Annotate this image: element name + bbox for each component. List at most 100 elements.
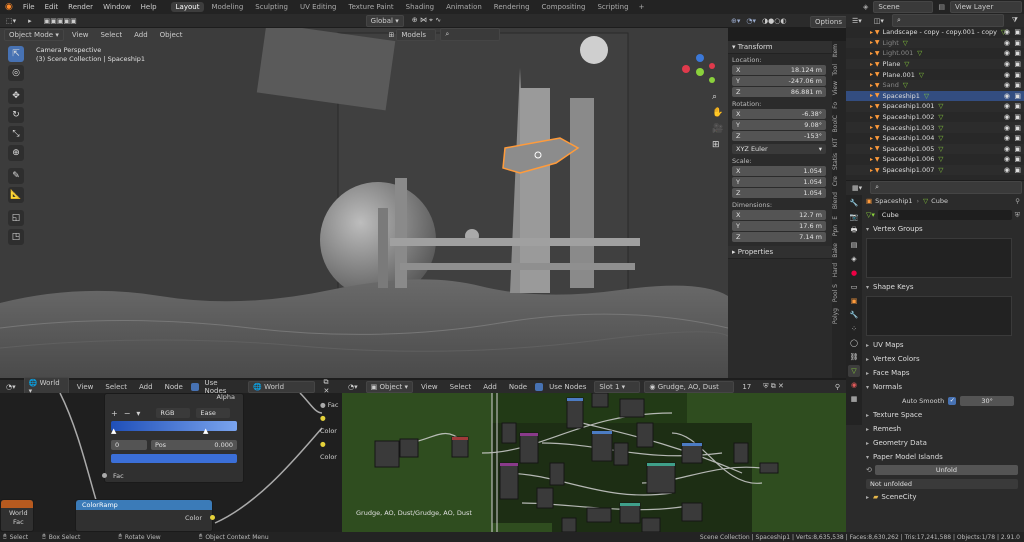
node-menu-select[interactable]: Select <box>101 382 131 392</box>
rotation-x-field[interactable]: X -6.38° <box>732 109 826 119</box>
tab-texture-paint[interactable]: Texture Paint <box>344 2 399 12</box>
use-nodes-checkbox[interactable] <box>190 382 199 391</box>
filter-icon[interactable]: ⧩ <box>1008 15 1022 26</box>
properties-editor-icon[interactable]: ▦▾ <box>848 183 866 193</box>
eye-icon[interactable]: ◉ <box>1004 102 1010 110</box>
scale-z-field[interactable]: Z 1.054 <box>732 188 826 198</box>
world-node-canvas[interactable]: Alpha + − ▾ RGB Ease ▲ ▲ 0 Pos 0.000 Fac … <box>0 393 342 532</box>
camera-icon[interactable]: ▣ <box>1014 71 1021 79</box>
vertex-colors-header[interactable]: ▸ Vertex Colors <box>862 352 1024 366</box>
sidebar-tab-item[interactable]: Item <box>832 41 839 61</box>
camera-icon[interactable]: ▣ <box>1014 166 1021 174</box>
transform-orientation-select[interactable]: Global ▾ <box>365 14 404 27</box>
camera-icon[interactable]: ▣ <box>1014 145 1021 153</box>
eye-icon[interactable]: ◉ <box>1004 113 1010 121</box>
dimensions-z-field[interactable]: Z 7.14 m <box>732 232 826 242</box>
eye-icon[interactable]: ◉ <box>1004 155 1010 163</box>
gizmo-toggle-icon[interactable]: ⊕▾ <box>728 17 743 25</box>
add-cube-tool-icon[interactable]: ◱ <box>8 210 24 226</box>
tab-rendering[interactable]: Rendering <box>489 2 535 12</box>
geometry-data-header[interactable]: ▸ Geometry Data <box>862 436 1024 450</box>
outliner-search[interactable]: ⌕ <box>891 14 1004 27</box>
sidebar-tab-cre[interactable]: Cre <box>832 173 839 189</box>
cursor-tool-icon[interactable]: ◎ <box>8 65 24 81</box>
vertex-groups-header[interactable]: ▾ Vertex Groups <box>862 222 1024 236</box>
node-menu-add[interactable]: Add <box>135 382 157 392</box>
material-users-count[interactable]: 17 <box>738 382 755 392</box>
transform-tool-icon[interactable]: ⊕ <box>8 145 24 161</box>
texture-space-header[interactable]: ▸ Texture Space <box>862 408 1024 422</box>
node-editor-icon[interactable]: ◔▾ <box>344 382 362 392</box>
sidebar-tab-pool-s[interactable]: Pool S <box>832 281 839 305</box>
zoom-icon[interactable]: ⌕ <box>712 92 717 102</box>
eye-icon[interactable]: ◉ <box>1004 166 1010 174</box>
eye-icon[interactable]: ◉ <box>1004 92 1010 100</box>
node-menu-select[interactable]: Select <box>446 382 476 392</box>
camera-icon[interactable]: ▣ <box>1014 60 1021 68</box>
tab-compositing[interactable]: Compositing <box>537 2 591 12</box>
add-workspace-icon[interactable]: + <box>635 3 649 11</box>
scene-tab-icon[interactable]: ◈ <box>848 253 860 265</box>
modifier-tab-icon[interactable]: 🔧 <box>848 309 860 321</box>
options-button[interactable]: Options <box>810 16 848 28</box>
use-nodes-checkbox[interactable] <box>535 382 544 391</box>
viewport-menu-select[interactable]: Select <box>96 30 126 40</box>
outliner-row[interactable]: ▸ ▼ Spaceship1.002 ▽ ◉ ▣ <box>846 112 1024 123</box>
color-ramp-node-top[interactable]: Alpha + − ▾ RGB Ease ▲ ▲ 0 Pos 0.000 Fac <box>102 393 244 483</box>
auto-smooth-checkbox[interactable]: ✓ <box>948 397 957 405</box>
tab-layout[interactable]: Layout <box>170 2 205 12</box>
color-output-socket-2[interactable]: ● Color <box>320 438 342 464</box>
tab-sculpting[interactable]: Sculpting <box>250 2 293 12</box>
world-texture-node[interactable]: World Fac <box>0 499 34 532</box>
outliner-row[interactable]: ▸ ▼ Landscape - copy - copy.001 - copy ▽ ◉ ▣ <box>846 27 1024 38</box>
scale-x-field[interactable]: X 1.054 <box>732 166 826 176</box>
3d-viewport[interactable]: Camera Perspective (3) Scene Collection … <box>0 28 728 378</box>
ramp-menu-icon[interactable]: ▾ <box>136 409 140 418</box>
outliner-row[interactable]: ▸ ▼ Light ▽ ◉ ▣ <box>846 37 1024 49</box>
outliner-row[interactable]: ▸ ▼ Light.001 ▽ ◉ ▣ <box>846 48 1024 59</box>
viewport-menu-view[interactable]: View <box>68 30 93 40</box>
camera-icon[interactable]: ▣ <box>1014 28 1021 36</box>
fac-output-socket[interactable]: ● Fac <box>320 399 342 412</box>
outliner-row[interactable]: ▸ ▼ Spaceship1.007 ▽ ◉ ▣ <box>846 164 1024 176</box>
add-stop-icon[interactable]: + <box>111 409 118 418</box>
scale-y-field[interactable]: Y 1.054 <box>732 177 826 187</box>
object-tab-icon[interactable]: ▣ <box>848 295 860 307</box>
measure-tool-icon[interactable]: 📐 <box>8 187 24 203</box>
tab-modeling[interactable]: Modeling <box>206 2 248 12</box>
node-editor-icon[interactable]: ◔▾ <box>2 382 20 392</box>
ramp-color-mode-select[interactable]: RGB <box>156 408 191 418</box>
fac-input-socket[interactable] <box>102 473 107 478</box>
selection-toggle-icons[interactable]: ▣▣▣▣▣ <box>40 16 81 26</box>
face-maps-header[interactable]: ▸ Face Maps <box>862 366 1024 380</box>
ramp-stop-index-field[interactable]: 0 <box>111 440 147 450</box>
menu-help[interactable]: Help <box>136 3 162 11</box>
dimensions-y-field[interactable]: Y 17.6 m <box>732 221 826 231</box>
location-z-field[interactable]: Z 86.881 m <box>732 87 826 97</box>
tab-uv-editing[interactable]: UV Editing <box>295 2 342 12</box>
eye-icon[interactable]: ◉ <box>1004 81 1010 89</box>
pin-icon[interactable]: ⚲ <box>831 382 844 392</box>
scenecity-header[interactable]: ▸ ▰ SceneCity <box>862 490 1024 504</box>
unfold-button[interactable]: Unfold <box>874 465 1018 475</box>
eye-icon[interactable]: ◉ <box>1004 60 1010 68</box>
world-tab-icon[interactable]: ● <box>848 267 860 279</box>
camera-icon[interactable]: ▣ <box>1014 102 1021 110</box>
select-mode-icon[interactable]: ▸ <box>24 16 36 26</box>
select-tool-icon[interactable]: ⇱ <box>8 46 24 62</box>
outliner-row[interactable]: ▸ ▼ Spaceship1.005 ▽ ◉ ▣ <box>846 143 1024 155</box>
camera-icon[interactable]: ▣ <box>1014 49 1021 57</box>
ramp-stop-handle[interactable]: ▲ <box>111 427 116 435</box>
shape-keys-list[interactable] <box>866 296 1012 336</box>
datablock-actions-icon[interactable]: ⛨ ⧉ ✕ <box>759 381 788 392</box>
editor-type-3d-icon[interactable]: ⬚▾ <box>2 16 20 26</box>
remove-stop-icon[interactable]: − <box>124 409 131 418</box>
eye-icon[interactable]: ◉ <box>1004 49 1010 57</box>
ramp-interpolation-select[interactable]: Ease <box>196 408 231 418</box>
node-menu-add[interactable]: Add <box>479 382 501 392</box>
world-datablock-field[interactable]: 🌐 World <box>248 380 316 393</box>
ramp-color-swatch[interactable] <box>111 454 237 463</box>
sidebar-tab-kit[interactable]: KIT <box>832 135 839 150</box>
color-ramp-node[interactable]: ColorRamp Color <box>75 499 215 532</box>
camera-icon[interactable]: ▣ <box>1014 155 1021 163</box>
